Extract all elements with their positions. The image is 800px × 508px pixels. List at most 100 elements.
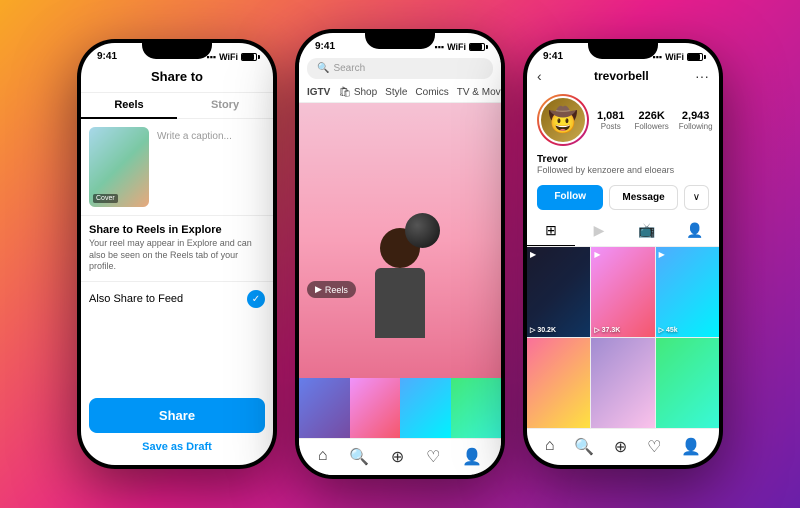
nav-heart-3[interactable]: ♡ (647, 437, 661, 457)
explore-option-desc: Your reel may appear in Explore and can … (89, 238, 265, 273)
phone-1: 9:41 ▪▪▪ WiFi Share to Reels Story (77, 39, 277, 469)
profile-bio: Trevor Followed by kenzoere and eloears (527, 152, 719, 181)
category-comics[interactable]: Comics (415, 87, 448, 98)
tab-story[interactable]: Story (177, 93, 273, 118)
reels-text: Reels (325, 285, 348, 295)
person-body (375, 268, 425, 338)
notch-3 (588, 39, 658, 59)
battery-icon-1 (241, 53, 257, 61)
status-time-2: 9:41 (315, 41, 335, 52)
category-style[interactable]: Style (385, 87, 407, 98)
signal-icon-2: ▪▪▪ (435, 42, 445, 52)
status-icons-2: ▪▪▪ WiFi (435, 42, 486, 52)
stat-following: 2,943 Following (679, 110, 713, 131)
nav-home-2[interactable]: ⌂ (318, 447, 328, 467)
category-tv[interactable]: TV & Movi (457, 87, 501, 98)
play-icon-3: ▶ (659, 250, 665, 259)
grid-item-2: ▶ ▷ 37.3K (591, 247, 654, 337)
wifi-icon-1: WiFi (219, 52, 238, 62)
phones-container: 9:41 ▪▪▪ WiFi Share to Reels Story (57, 9, 743, 499)
action-buttons[interactable]: Follow Message ∨ (527, 181, 719, 216)
nav-home-3[interactable]: ⌂ (545, 437, 555, 457)
nav-add-3[interactable]: ⊕ (614, 437, 627, 457)
tab-tagged-icon[interactable]: 👤 (671, 216, 719, 246)
grid-item-4 (527, 338, 590, 428)
category-igtv[interactable]: IGTV (307, 87, 330, 98)
more-options-icon[interactable]: ··· (695, 68, 709, 84)
profile-stats: 1,081 Posts 226K Followers 2,943 Followi… (597, 110, 713, 131)
profile-info: 🤠 1,081 Posts 226K Followers 2,943 (527, 88, 719, 152)
dropdown-button[interactable]: ∨ (684, 185, 709, 210)
battery-icon-2 (469, 43, 485, 51)
posts-label: Posts (597, 122, 625, 131)
nav-search-2[interactable]: 🔍 (349, 447, 369, 467)
phone3-nav[interactable]: ⌂ 🔍 ⊕ ♡ 👤 (527, 428, 719, 465)
nav-person-2[interactable]: 👤 (462, 447, 482, 467)
profile-username: trevorbell (548, 69, 695, 83)
grid-count-1: ▷ 30.2K (530, 326, 556, 334)
profile-grid: ▶ ▷ 30.2K ▶ ▷ 37.3K ▶ ▷ 45k (527, 247, 719, 428)
category-shop[interactable]: 🛍 Shop (338, 87, 377, 98)
categories-bar[interactable]: IGTV 🛍 Shop Style Comics TV & Movi (299, 83, 501, 103)
phone2-nav[interactable]: ⌂ 🔍 ⊕ ♡ 👤 (299, 438, 501, 475)
search-bar[interactable]: 🔍 Search (299, 54, 501, 83)
caption-input[interactable]: Write a caption... (157, 127, 265, 207)
play-icon-1: ▶ (530, 250, 536, 259)
feed-option[interactable]: Also Share to Feed ✓ (81, 281, 273, 316)
explore-option-title: Share to Reels in Explore (89, 224, 265, 236)
thumb-4 (451, 378, 502, 438)
bio-name: Trevor (537, 154, 709, 165)
tab-grid-icon[interactable]: ⊞ (527, 216, 575, 246)
nav-search-3[interactable]: 🔍 (574, 437, 594, 457)
person-silhouette (299, 103, 501, 378)
video-preview: Cover Write a caption... (81, 119, 273, 215)
nav-add-2[interactable]: ⊕ (391, 447, 404, 467)
stat-posts: 1,081 Posts (597, 110, 625, 131)
phone1-header: Share to (81, 64, 273, 93)
following-label: Following (679, 122, 713, 131)
thumb-1 (299, 378, 350, 438)
search-icon: 🔍 (317, 63, 329, 74)
phone1-screen: Share to Reels Story Cover Write a capti… (81, 64, 273, 465)
wifi-icon-2: WiFi (447, 42, 466, 52)
save-draft-button[interactable]: Save as Draft (81, 441, 273, 465)
grid-item-1: ▶ ▷ 30.2K (527, 247, 590, 337)
phone1-title: Share to (151, 69, 203, 84)
feed-check[interactable]: ✓ (247, 290, 265, 308)
followers-label: Followers (635, 122, 669, 131)
followers-count: 226K (635, 110, 669, 122)
reels-label: ▶ Reels (307, 281, 356, 298)
battery-icon-3 (687, 53, 703, 61)
nav-person-3[interactable]: 👤 (681, 437, 701, 457)
tab-reels-icon[interactable]: ▶ (575, 216, 623, 246)
tab-reels[interactable]: Reels (81, 93, 177, 119)
tab-igtv-icon[interactable]: 📺 (623, 216, 671, 246)
thumb-3 (400, 378, 451, 438)
nav-heart-2[interactable]: ♡ (426, 447, 440, 467)
notch-1 (142, 39, 212, 59)
search-input[interactable]: 🔍 Search (307, 58, 493, 79)
phone2-screen: 🔍 Search IGTV 🛍 Shop Style Comics TV & M… (299, 54, 501, 475)
grid-item-3: ▶ ▷ 45k (656, 247, 719, 337)
play-icon-2: ▶ (594, 250, 600, 259)
cover-label: Cover (93, 194, 118, 203)
grid-item-6 (656, 338, 719, 428)
phone-2: 9:41 ▪▪▪ WiFi 🔍 Search IGTV 🛍 Shop (295, 29, 505, 479)
profile-tab-icons[interactable]: ⊞ ▶ 📺 👤 (527, 216, 719, 247)
share-button[interactable]: Share (89, 398, 265, 433)
reels-icon: ▶ (315, 284, 322, 295)
follow-button[interactable]: Follow (537, 185, 603, 210)
grid-count-3: ▷ 45k (659, 326, 678, 334)
status-icons-3: ▪▪▪ WiFi (653, 52, 704, 62)
back-arrow[interactable]: ‹ (537, 68, 542, 84)
video-main: ▶ Reels (299, 103, 501, 378)
person-head (380, 228, 420, 268)
status-time-3: 9:41 (543, 51, 563, 62)
profile-header: ‹ trevorbell ··· (527, 64, 719, 88)
thumb-2 (350, 378, 401, 438)
phone-3: 9:41 ▪▪▪ WiFi ‹ trevorbell ··· 🤠 (523, 39, 723, 469)
message-button[interactable]: Message (609, 185, 677, 210)
search-placeholder: Search (333, 63, 365, 74)
phone1-content: Cover Write a caption... Share to Reels … (81, 119, 273, 465)
phone1-tabs[interactable]: Reels Story (81, 93, 273, 119)
